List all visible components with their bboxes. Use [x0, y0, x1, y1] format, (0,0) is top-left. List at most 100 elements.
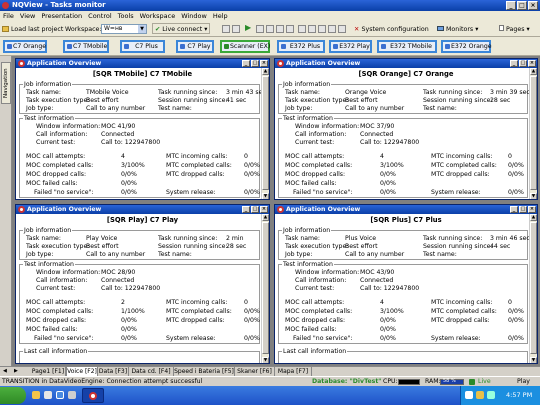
mtc-completed-calls-label: MTC completed calls: — [431, 308, 497, 315]
menu-tools[interactable]: Tools — [118, 11, 134, 21]
menu-file[interactable]: File — [3, 11, 14, 21]
app-taskbar-icon[interactable] — [68, 391, 76, 399]
mtc-completed-calls-label: MTC completed calls: — [431, 162, 497, 169]
call-information-label: Call information: — [295, 131, 347, 138]
moc-completed-calls-label: MOC completed calls: — [26, 308, 94, 315]
load-last-project-button[interactable]: Load last project — [2, 24, 63, 35]
record-icon[interactable] — [222, 25, 230, 33]
browser-taskbar-icon[interactable] — [56, 391, 64, 399]
panel-scrollbar[interactable]: ▲ ▼ — [261, 68, 269, 199]
window-information-value: MOC 28/90 — [101, 269, 136, 276]
current-test-label: Current test: — [36, 139, 76, 146]
scrollbar-thumb[interactable] — [530, 222, 537, 354]
live-connect-button[interactable]: ✔ Live connect ▾ — [152, 23, 211, 34]
document-taskbar-icon[interactable] — [44, 391, 52, 399]
monitors-button[interactable]: Monitors ▾ — [437, 24, 478, 35]
system-release-label: System release: — [166, 189, 216, 196]
step-icon[interactable] — [266, 25, 274, 33]
scroll-up-icon[interactable]: ▲ — [262, 68, 269, 75]
tab-scroll-left-icon[interactable]: ◀ — [3, 367, 7, 376]
workspace-value: W=нв — [104, 25, 123, 32]
device-tab-e372-tmobile[interactable]: E372 TMobile — [377, 40, 437, 53]
start-button[interactable] — [0, 387, 26, 404]
device-tab-c7-tmobile[interactable]: C7 TMobile — [63, 40, 109, 53]
menu-help[interactable]: Help — [213, 11, 228, 21]
tray-app-icon[interactable] — [487, 391, 495, 399]
panel-close-button[interactable]: × — [528, 60, 536, 67]
panel-close-button[interactable]: × — [260, 206, 268, 213]
stop-icon[interactable] — [232, 25, 240, 33]
scrollbar-thumb[interactable] — [530, 76, 537, 190]
mtc-incoming-calls-value: 0 — [508, 153, 512, 160]
failed-no-service-label: Failed "no service": — [293, 189, 353, 196]
scroll-down-icon[interactable]: ▼ — [530, 357, 537, 363]
device-tab-label: C7 Plus — [135, 43, 158, 50]
panel-close-button[interactable]: × — [528, 206, 536, 213]
test-information-title: Test information — [282, 261, 334, 268]
live-connect-label: Live connect — [162, 26, 203, 33]
volume-icon[interactable] — [476, 391, 484, 399]
scroll-down-icon[interactable]: ▼ — [262, 357, 269, 363]
taskbar-active-window[interactable] — [82, 388, 104, 403]
panel-minimize-button[interactable]: _ — [510, 60, 518, 67]
panel-scrollbar[interactable]: ▲ ▼ — [261, 214, 269, 363]
device-tab-e372-plus[interactable]: E372 Plus — [277, 40, 325, 53]
tab-scroll-right-icon[interactable]: ▶ — [14, 367, 18, 376]
menu-presentation[interactable]: Presentation — [41, 11, 82, 21]
play-icon[interactable]: ▶ — [245, 22, 251, 33]
scroll-down-icon[interactable]: ▼ — [262, 193, 269, 199]
scroll-up-icon[interactable]: ▲ — [530, 68, 537, 75]
device-tab-e372-orange[interactable]: E372 Orange — [441, 40, 492, 53]
monitors-label: Monitors — [446, 26, 474, 33]
device-tab-e372-play[interactable]: E372 Play — [329, 40, 372, 53]
menu-control[interactable]: Control — [88, 11, 112, 21]
panel-maximize-button[interactable]: □ — [519, 206, 527, 213]
workspace-select[interactable]: W=нв ▼ — [101, 24, 147, 34]
scrollbar-thumb[interactable] — [262, 222, 269, 354]
report-icon[interactable] — [338, 25, 346, 33]
close-button[interactable]: × — [528, 1, 538, 10]
menu-workspace[interactable]: Workspace — [140, 11, 176, 21]
job-information-title: Job information — [282, 227, 332, 234]
pause-icon[interactable] — [256, 25, 264, 33]
panel-maximize-button[interactable]: □ — [251, 60, 259, 67]
panel-minimize-button[interactable]: _ — [242, 206, 250, 213]
device-tab-c7-plus[interactable]: C7 Plus — [120, 40, 165, 53]
view-icon[interactable] — [308, 25, 316, 33]
session-running-since-value: 28 sec — [490, 97, 511, 104]
moc-dropped-calls-label: MOC dropped calls: — [285, 317, 346, 324]
scroll-up-icon[interactable]: ▲ — [262, 214, 269, 221]
rewind-icon[interactable] — [276, 25, 284, 33]
app-icon — [2, 2, 9, 9]
folder-taskbar-icon[interactable] — [32, 391, 40, 399]
forward-icon[interactable] — [286, 25, 294, 33]
scroll-down-icon[interactable]: ▼ — [530, 193, 537, 199]
scrollbar-thumb[interactable] — [262, 76, 269, 190]
chart-icon[interactable] — [318, 25, 326, 33]
panel-minimize-button[interactable]: _ — [242, 60, 250, 67]
system-configuration-button[interactable]: ✕ System configuration — [354, 24, 429, 35]
maximize-button[interactable]: □ — [517, 1, 527, 10]
panel-maximize-button[interactable]: □ — [251, 206, 259, 213]
panel-close-button[interactable]: × — [260, 60, 268, 67]
navigation-tab[interactable]: Navigation — [1, 62, 11, 104]
panel-scrollbar[interactable]: ▲ ▼ — [529, 214, 537, 363]
panel-scrollbar[interactable]: ▲ ▼ — [529, 68, 537, 199]
scroll-up-icon[interactable]: ▲ — [530, 214, 537, 221]
map-icon[interactable] — [328, 25, 336, 33]
menu-window[interactable]: Window — [181, 11, 207, 21]
minimize-button[interactable]: _ — [506, 1, 516, 10]
mtc-completed-calls-value: 0/0% — [508, 162, 524, 169]
device-tab-c7-orange[interactable]: C7 Orange — [3, 40, 47, 53]
pages-button[interactable]: Pages ▾ — [499, 24, 530, 35]
network-icon[interactable] — [465, 391, 473, 399]
device-tab-scanner-ex[interactable]: Scanner (EX) — [220, 40, 270, 53]
mtc-completed-calls-label: MTC completed calls: — [166, 162, 232, 169]
panel-minimize-button[interactable]: _ — [510, 206, 518, 213]
overview-panel-orange: Application Overview _ □ × [SQR Orange] C7 O… — [274, 58, 538, 200]
device-tab-c7-play[interactable]: C7 Play — [176, 40, 214, 53]
mtc-dropped-calls-label: MTC dropped calls: — [431, 317, 490, 324]
settings-icon[interactable] — [298, 25, 306, 33]
menu-view[interactable]: View — [20, 11, 35, 21]
panel-maximize-button[interactable]: □ — [519, 60, 527, 67]
